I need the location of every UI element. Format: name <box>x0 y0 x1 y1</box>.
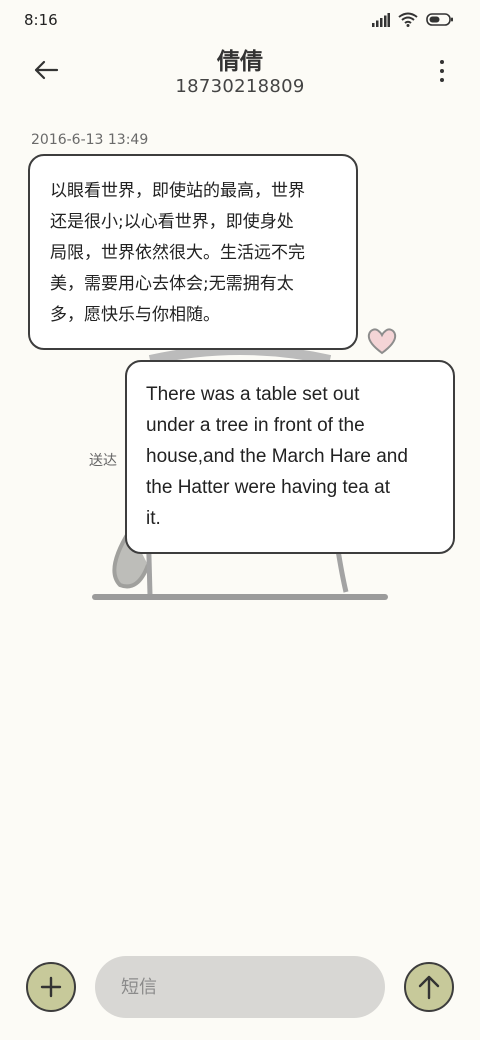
battery-icon <box>426 13 453 26</box>
message-line: house,and the March Hare and <box>146 446 408 467</box>
message-input[interactable] <box>95 956 385 1018</box>
wifi-icon <box>398 12 418 27</box>
contact-phone-number: 18730218809 <box>175 76 305 97</box>
message-line: 多，愿快乐与你相随。 <box>50 305 220 325</box>
status-bar: 8:16 <box>0 0 480 40</box>
message-line: 还是很小;以心看世界，即使身处 <box>50 212 294 232</box>
compose-bar <box>0 950 480 1030</box>
message-line: the Hatter were having tea at <box>146 477 390 498</box>
more-options-button[interactable] <box>434 54 450 88</box>
contact-name: 倩倩 <box>217 49 263 75</box>
message-timestamp: 2016-6-13 13:49 <box>31 132 149 148</box>
send-button[interactable] <box>404 962 454 1012</box>
more-vertical-icon <box>440 60 444 64</box>
heart-icon <box>367 328 397 355</box>
message-line: 美，需要用心去体会;无需拥有太 <box>50 274 294 294</box>
message-line: 以眼看世界，即使站的最高，世界 <box>50 181 305 201</box>
outgoing-message-bubble[interactable]: There was a table set out under a tree i… <box>125 360 455 554</box>
message-line: There was a table set out <box>146 384 360 405</box>
message-line: under a tree in front of the <box>146 415 365 436</box>
incoming-message-bubble[interactable]: 以眼看世界，即使站的最高，世界 还是很小;以心看世界，即使身处 局限，世界依然很… <box>28 154 358 350</box>
conversation-header: 倩倩 18730218809 <box>0 40 480 102</box>
delivery-status: 送达 <box>89 453 117 469</box>
status-icons <box>372 12 454 27</box>
add-attachment-button[interactable] <box>26 962 76 1012</box>
message-line: it. <box>146 508 161 529</box>
signal-icon <box>372 12 390 27</box>
status-time: 8:16 <box>24 11 58 29</box>
send-arrow-up-icon <box>418 975 440 1000</box>
message-line: 局限，世界依然很大。生活远不完 <box>50 243 305 263</box>
plus-icon <box>40 976 62 998</box>
